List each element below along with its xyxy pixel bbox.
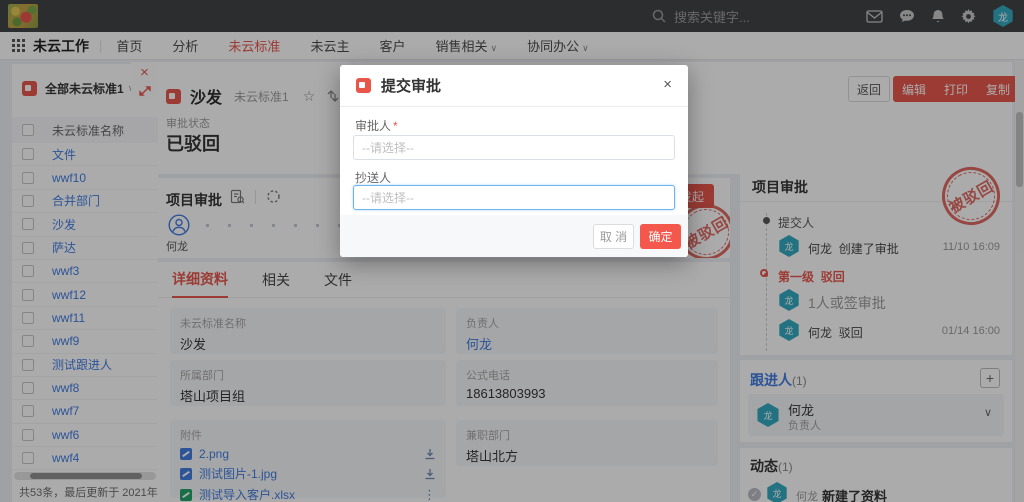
- object-icon: [356, 78, 371, 93]
- cancel-button[interactable]: 取 消: [593, 224, 634, 249]
- cc-select-input[interactable]: [353, 185, 675, 210]
- cc-field-label: 抄送人: [355, 169, 391, 186]
- submit-approval-modal: 提交审批 × 审批人* 抄送人 取 消 确定: [340, 65, 688, 257]
- confirm-button[interactable]: 确定: [640, 224, 681, 249]
- required-mark: *: [393, 119, 398, 133]
- modal-title: 提交审批: [381, 75, 441, 96]
- modal-header: 提交审批 ×: [340, 65, 688, 107]
- app-window: 搜索关键字... 龙 未云工作 | 首页 分析 未云标准 未云主 客户 销售相关…: [0, 0, 1024, 502]
- close-icon[interactable]: ×: [663, 76, 672, 93]
- modal-footer: 取 消 确定: [340, 215, 688, 257]
- approver-select-input[interactable]: [353, 135, 675, 160]
- approver-field-label: 审批人*: [355, 117, 398, 134]
